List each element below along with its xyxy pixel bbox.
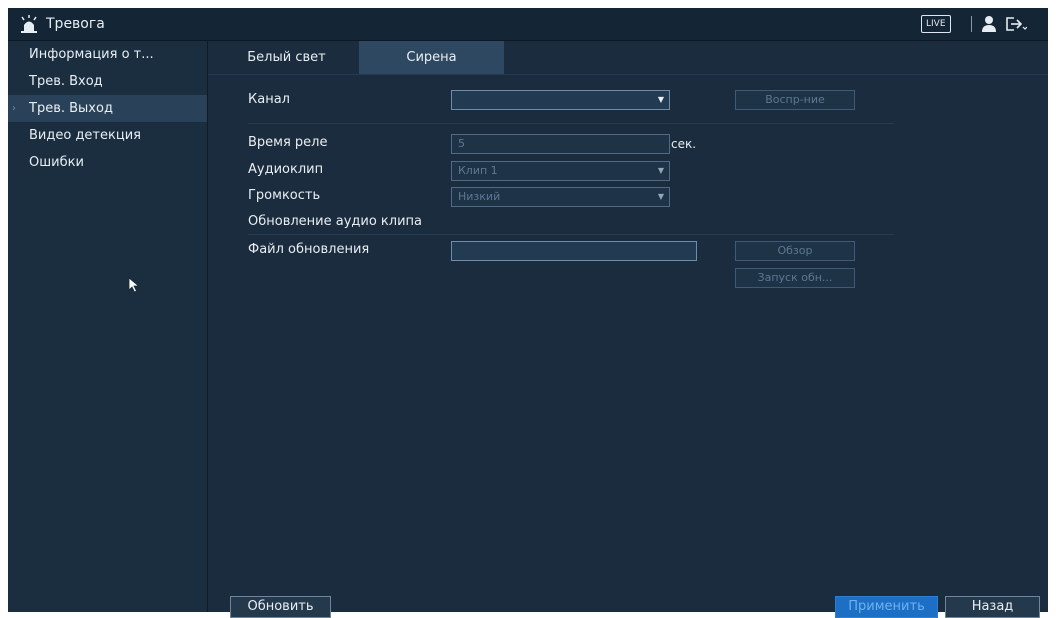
apply-button[interactable]: Применить — [835, 596, 938, 618]
start-update-button[interactable]: Запуск обн... — [735, 268, 855, 288]
update-section-title: Обновление аудио клипа — [248, 214, 423, 229]
mouse-pointer-icon — [128, 277, 140, 293]
sidebar-item-errors[interactable]: Ошибки — [8, 149, 207, 176]
browse-button[interactable]: Обзор — [735, 241, 855, 261]
main-panel: Белый свет Сирена Канал ▼ Воспр-ние Врем… — [208, 41, 1048, 618]
divider — [248, 123, 894, 124]
sidebar-item-label: Трев. Выход — [29, 101, 113, 116]
relay-time-value: 5 — [458, 137, 465, 150]
sidebar: Информация о т... Трев. Вход › Трев. Вых… — [8, 41, 208, 612]
app-window: Тревога LIVE Информация о т... Трев. Вхо… — [8, 8, 1048, 618]
sidebar-item-video-detection[interactable]: Видео детекция — [8, 122, 207, 149]
sidebar-item-label: Ошибки — [29, 155, 84, 170]
audioclip-label: Аудиоклип — [248, 162, 324, 177]
refresh-button[interactable]: Обновить — [230, 596, 331, 618]
sidebar-item-info[interactable]: Информация о т... — [8, 41, 207, 68]
tab-underline — [208, 74, 1048, 75]
sidebar-item-alarm-output[interactable]: › Трев. Выход — [8, 95, 207, 122]
logout-icon[interactable] — [1005, 16, 1027, 32]
tab-siren[interactable]: Сирена — [359, 41, 504, 74]
sidebar-item-label: Трев. Вход — [29, 74, 103, 89]
audioclip-dropdown[interactable]: Клип 1 ▼ — [451, 161, 670, 181]
live-button[interactable]: LIVE — [921, 15, 951, 33]
chevron-down-icon: ▼ — [657, 166, 664, 175]
volume-value: Низкий — [458, 190, 501, 203]
play-button[interactable]: Воспр-ние — [735, 90, 855, 110]
update-file-input[interactable] — [451, 241, 697, 261]
chevron-right-icon: › — [12, 103, 16, 114]
sidebar-item-alarm-input[interactable]: Трев. Вход — [8, 68, 207, 95]
tab-white-light[interactable]: Белый свет — [214, 41, 359, 74]
divider — [248, 234, 894, 235]
relay-time-unit: сек. — [671, 137, 697, 151]
audioclip-value: Клип 1 — [458, 164, 498, 177]
relay-time-label: Время реле — [248, 135, 328, 150]
user-icon[interactable] — [981, 15, 997, 32]
sidebar-item-label: Информация о т... — [29, 47, 154, 62]
volume-dropdown[interactable]: Низкий ▼ — [451, 187, 670, 207]
update-file-label: Файл обновления — [248, 242, 370, 257]
back-button[interactable]: Назад — [945, 596, 1040, 618]
alarm-icon — [21, 15, 37, 33]
toolbar-divider — [971, 16, 972, 32]
channel-dropdown[interactable]: ▼ — [451, 90, 670, 110]
window-title: Тревога — [46, 16, 105, 32]
sidebar-item-label: Видео детекция — [29, 128, 141, 143]
chevron-down-icon: ▼ — [657, 95, 664, 104]
volume-label: Громкость — [248, 188, 321, 203]
relay-time-input[interactable]: 5 — [451, 134, 670, 154]
channel-label: Канал — [248, 92, 290, 107]
title-bar: Тревога LIVE — [8, 8, 1048, 41]
chevron-down-icon: ▼ — [657, 192, 664, 201]
